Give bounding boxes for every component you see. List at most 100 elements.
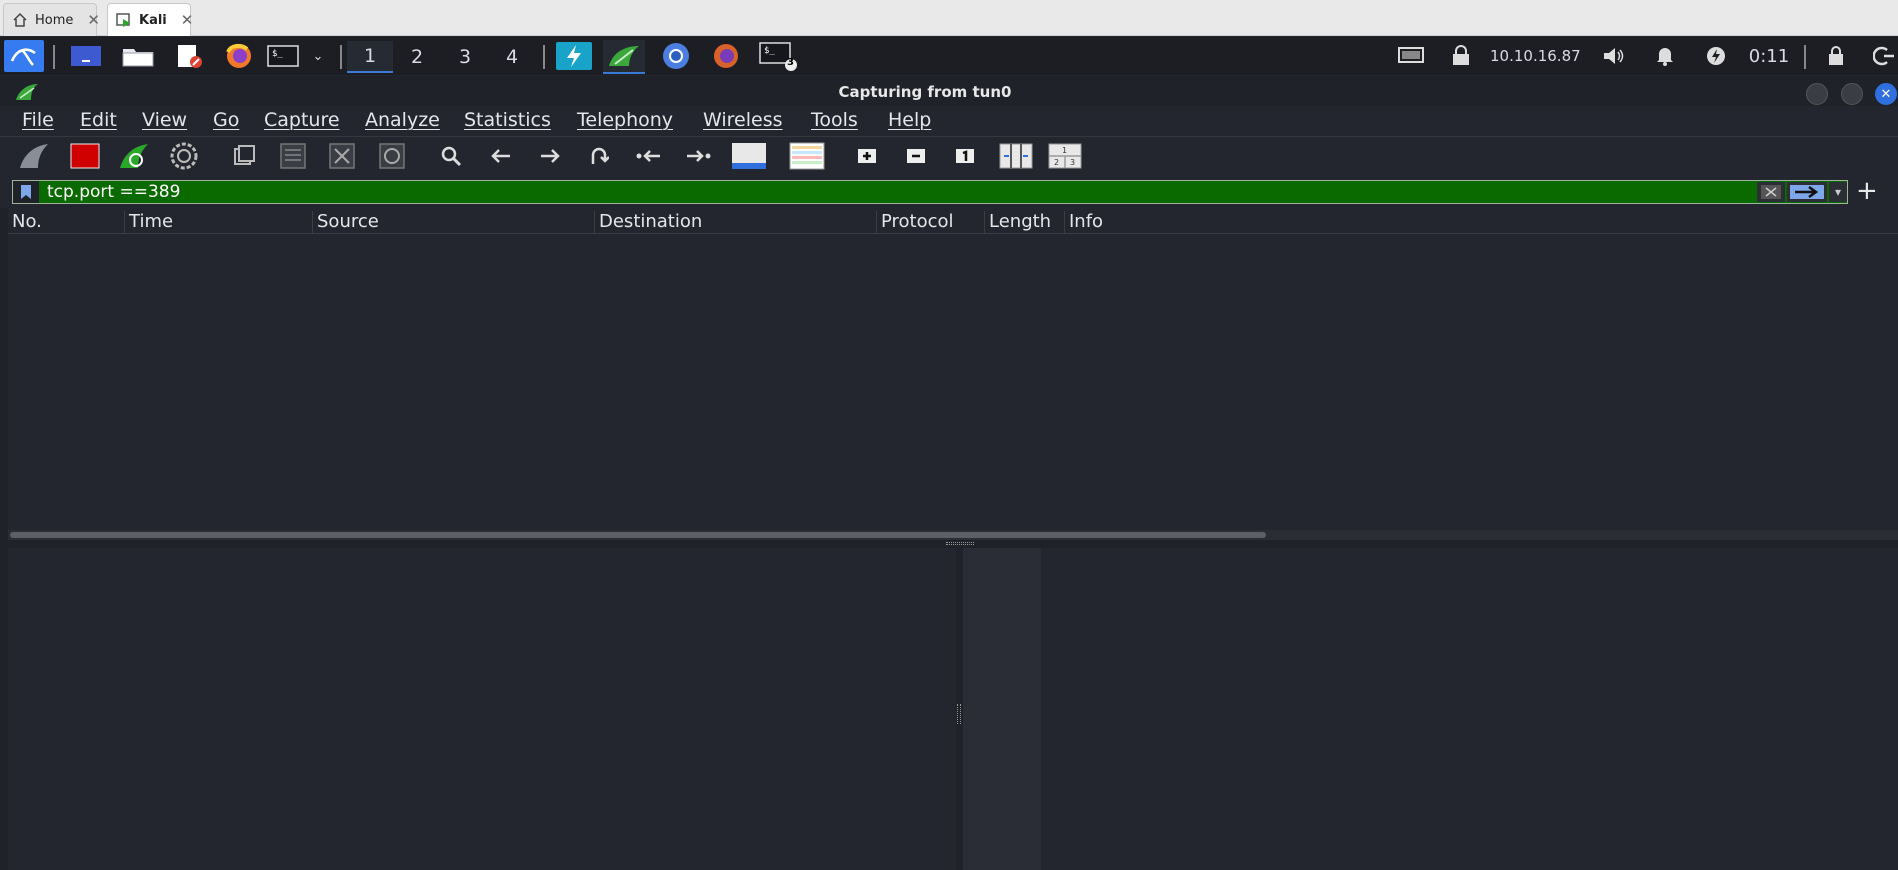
colorize-icon[interactable]	[788, 140, 826, 172]
main-toolbar: 12 3	[0, 136, 1898, 174]
workspace-1[interactable]: 1	[347, 41, 393, 73]
layout-panes-icon[interactable]: 12 3	[1047, 140, 1083, 172]
auto-scroll-icon[interactable]	[730, 140, 768, 172]
panel-separator	[1804, 45, 1806, 69]
wireshark-taskbar-icon[interactable]	[603, 40, 645, 74]
browser-tab-home[interactable]: Home ✕	[3, 3, 100, 36]
menu-go[interactable]: Go	[213, 109, 239, 131]
home-icon	[12, 12, 28, 28]
splitter-grip	[946, 542, 974, 545]
start-capture-icon[interactable]	[17, 140, 51, 172]
left-border	[0, 208, 8, 870]
browser-tab-label: Kali	[139, 12, 167, 28]
bookmark-icon[interactable]	[13, 181, 39, 203]
close-tab-icon[interactable]: ✕	[181, 11, 194, 29]
packet-bytes-pane[interactable]	[1041, 548, 1898, 870]
packet-list-header: No. Time Source Destination Protocol Len…	[8, 208, 1898, 234]
kali-menu-icon[interactable]	[4, 40, 44, 72]
window-title: Capturing from tun0	[838, 83, 1012, 101]
workspace-2[interactable]: 2	[394, 41, 440, 73]
browser-tab-bar: Home ✕ Kali ✕	[0, 0, 1898, 36]
menu-wireless[interactable]: Wireless	[703, 109, 783, 131]
go-to-packet-icon[interactable]	[582, 140, 616, 172]
menu-analyze[interactable]: Analyze	[365, 109, 440, 131]
file-manager-icon[interactable]	[120, 42, 156, 70]
browser-tab-label: Home	[35, 12, 74, 28]
open-file-icon[interactable]	[227, 140, 261, 172]
maximize-button[interactable]	[1841, 83, 1863, 105]
ip-address: 10.10.16.87	[1490, 47, 1581, 65]
workspace-3[interactable]: 3	[442, 41, 488, 73]
menu-telephony[interactable]: Telephony	[577, 109, 673, 131]
svg-text:$_: $_	[764, 46, 775, 56]
menu-file[interactable]: File	[22, 109, 54, 131]
workspace-4[interactable]: 4	[489, 41, 535, 73]
zoom-out-icon[interactable]	[899, 140, 933, 172]
display-filter-bar: tcp.port ==389 ▾	[12, 180, 1848, 204]
column-header-info[interactable]: Info	[1064, 211, 1898, 233]
filter-dropdown-icon[interactable]: ▾	[1829, 182, 1847, 202]
splitter-grip	[957, 704, 961, 724]
stop-capture-icon[interactable]	[68, 140, 102, 172]
menu-statistics[interactable]: Statistics	[464, 109, 551, 131]
lock-screen-icon[interactable]	[1824, 42, 1848, 70]
column-header-source[interactable]: Source	[312, 211, 594, 233]
browser-icon[interactable]	[656, 42, 696, 70]
search-icon[interactable]	[434, 140, 468, 172]
volume-icon[interactable]	[1600, 42, 1628, 70]
column-header-protocol[interactable]: Protocol	[876, 211, 984, 233]
packet-list[interactable]	[8, 235, 1898, 531]
zoom-in-icon[interactable]	[850, 140, 884, 172]
terminal-taskbar-icon[interactable]: $_ 3	[758, 42, 798, 71]
column-header-no[interactable]: No.	[8, 211, 124, 233]
display-filter-input[interactable]: tcp.port ==389	[43, 181, 1763, 203]
packet-details-pane[interactable]	[8, 548, 956, 870]
browser-tab-kali[interactable]: Kali ✕	[107, 3, 194, 36]
close-file-icon[interactable]	[325, 140, 359, 172]
column-header-length[interactable]: Length	[984, 211, 1064, 233]
go-forward-icon[interactable]	[533, 140, 567, 172]
close-window-button[interactable]: ✕	[1875, 83, 1897, 105]
panel-separator	[543, 45, 545, 69]
window-titlebar: Capturing from tun0 ✕	[0, 76, 1898, 106]
packet-list-scrollbar-thumb[interactable]	[10, 532, 1266, 538]
apply-filter-icon[interactable]	[1787, 182, 1827, 202]
add-filter-button-icon[interactable]: +	[1856, 176, 1878, 206]
column-header-destination[interactable]: Destination	[594, 211, 876, 233]
close-tab-icon[interactable]: ✕	[87, 11, 100, 29]
show-desktop-icon[interactable]	[68, 42, 104, 70]
firefox-icon[interactable]	[222, 42, 256, 70]
minimize-button[interactable]	[1806, 83, 1828, 105]
text-editor-icon[interactable]	[172, 42, 206, 70]
column-header-time[interactable]: Time	[124, 211, 312, 233]
menu-tools[interactable]: Tools	[811, 109, 858, 131]
panel-separator	[53, 45, 55, 69]
notification-bell-icon[interactable]	[1652, 42, 1678, 70]
menu-view[interactable]: View	[142, 109, 187, 131]
vpn-lock-icon[interactable]	[1448, 42, 1474, 70]
panel-separator	[340, 45, 342, 69]
firefox-icon[interactable]	[708, 42, 744, 70]
logout-icon[interactable]	[1872, 42, 1896, 70]
display-icon[interactable]	[1396, 42, 1426, 70]
power-manager-icon[interactable]	[1702, 42, 1730, 70]
terminal-icon[interactable]: $_	[266, 42, 300, 70]
reload-file-icon[interactable]	[375, 140, 409, 172]
restart-capture-icon[interactable]	[117, 140, 151, 172]
menu-help[interactable]: Help	[888, 109, 931, 131]
last-packet-icon[interactable]	[681, 140, 715, 172]
desktop-panel: $_ ⌄ 1 2 3 4 $_ 3 10.10.16.87 0:11	[0, 37, 1898, 75]
resize-columns-icon[interactable]	[998, 140, 1034, 172]
svg-text:2: 2	[1054, 158, 1059, 167]
save-file-icon[interactable]	[276, 140, 310, 172]
first-packet-icon[interactable]	[632, 140, 666, 172]
go-back-icon[interactable]	[484, 140, 518, 172]
clear-filter-icon[interactable]	[1757, 182, 1785, 202]
normal-size-icon[interactable]	[948, 140, 982, 172]
chevron-down-icon[interactable]: ⌄	[308, 42, 328, 70]
vm-icon	[116, 12, 132, 28]
capture-options-icon[interactable]	[167, 140, 201, 172]
menu-capture[interactable]: Capture	[264, 109, 340, 131]
power-tool-icon[interactable]	[556, 42, 592, 70]
menu-edit[interactable]: Edit	[80, 109, 117, 131]
